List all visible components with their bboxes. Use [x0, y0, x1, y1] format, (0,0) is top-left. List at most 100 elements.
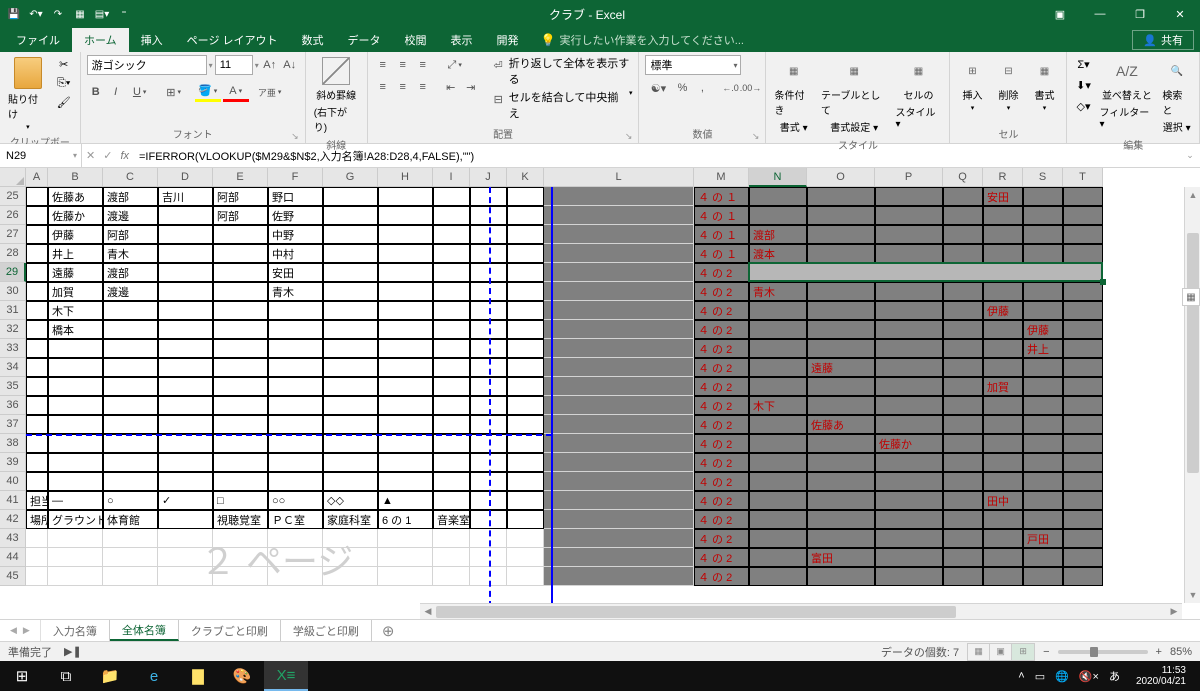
orientation-icon[interactable]: ⤢▾	[442, 55, 468, 75]
cell[interactable]	[470, 282, 507, 301]
cell[interactable]	[983, 225, 1023, 244]
cell[interactable]	[433, 225, 470, 244]
close-button[interactable]: ✕	[1160, 0, 1200, 28]
col-header[interactable]: M	[694, 168, 749, 187]
cell[interactable]	[807, 529, 875, 548]
cell[interactable]	[103, 358, 158, 377]
cell[interactable]	[103, 377, 158, 396]
normal-view-icon[interactable]: ▦	[968, 644, 990, 660]
cell[interactable]	[1063, 434, 1103, 453]
cell[interactable]	[158, 529, 213, 548]
number-launcher-icon[interactable]: ↘	[752, 131, 760, 142]
cell[interactable]	[943, 491, 983, 510]
cell[interactable]	[433, 453, 470, 472]
cell[interactable]	[1063, 396, 1103, 415]
cell[interactable]	[26, 225, 48, 244]
cell[interactable]	[323, 320, 378, 339]
cell[interactable]	[544, 510, 694, 529]
cell[interactable]	[378, 187, 433, 206]
cell[interactable]	[158, 244, 213, 263]
cell[interactable]	[1063, 472, 1103, 491]
number-format-select[interactable]: 標準	[645, 55, 741, 75]
cell[interactable]	[1063, 225, 1103, 244]
cell[interactable]	[213, 377, 268, 396]
cell[interactable]: 中村	[268, 244, 323, 263]
cell[interactable]: ✓	[158, 491, 213, 510]
cell[interactable]	[433, 339, 470, 358]
bold-button[interactable]: B	[87, 82, 105, 102]
col-header[interactable]: J	[470, 168, 507, 187]
cell[interactable]	[1063, 282, 1103, 301]
cell[interactable]	[26, 567, 48, 586]
merge-center-button[interactable]: ⊟セルを結合して中央揃え▾	[490, 89, 633, 121]
cell[interactable]	[983, 244, 1023, 263]
cell[interactable]	[26, 377, 48, 396]
cell[interactable]	[470, 339, 507, 358]
ie-icon[interactable]: e	[132, 661, 176, 691]
cell[interactable]	[507, 187, 544, 206]
cell[interactable]	[323, 529, 378, 548]
cell[interactable]: ４ の 2	[694, 377, 749, 396]
align-center-icon[interactable]: ≡	[394, 77, 412, 97]
row-header[interactable]: 34	[0, 358, 26, 377]
cell[interactable]	[875, 339, 943, 358]
cell[interactable]	[470, 472, 507, 491]
cell[interactable]	[1063, 529, 1103, 548]
cell[interactable]: 阿部	[103, 225, 158, 244]
cell[interactable]	[26, 358, 48, 377]
cell[interactable]	[26, 301, 48, 320]
col-header[interactable]: I	[433, 168, 470, 187]
cell[interactable]	[378, 358, 433, 377]
cell[interactable]: 佐藤か	[48, 206, 103, 225]
cell[interactable]	[875, 529, 943, 548]
row-header[interactable]: 37	[0, 415, 26, 434]
scroll-right-icon[interactable]: ▶	[1166, 604, 1182, 620]
cell[interactable]	[433, 567, 470, 586]
cell[interactable]	[268, 434, 323, 453]
cell[interactable]	[26, 187, 48, 206]
cell[interactable]	[1023, 206, 1063, 225]
cell[interactable]	[544, 358, 694, 377]
cell[interactable]: 佐藤あ	[807, 415, 875, 434]
enter-formula-icon[interactable]: ✓	[103, 149, 112, 162]
cell[interactable]	[943, 529, 983, 548]
cell[interactable]: 佐藤か	[875, 434, 943, 453]
sheet-nav[interactable]: ◀▶	[0, 620, 41, 641]
maximize-button[interactable]: ❐	[1120, 0, 1160, 28]
row-header[interactable]: 45	[0, 567, 26, 586]
cell[interactable]	[158, 339, 213, 358]
cell[interactable]	[213, 282, 268, 301]
cell[interactable]: 吉川	[158, 187, 213, 206]
cell[interactable]	[807, 339, 875, 358]
cell[interactable]	[983, 567, 1023, 586]
cell[interactable]	[213, 320, 268, 339]
cell[interactable]	[943, 434, 983, 453]
cell[interactable]	[1023, 282, 1063, 301]
cell[interactable]: 体育館	[103, 510, 158, 529]
cell[interactable]: 伊藤	[983, 301, 1023, 320]
cell[interactable]	[749, 434, 807, 453]
row-header[interactable]: 40	[0, 472, 26, 491]
cell[interactable]	[507, 472, 544, 491]
cell[interactable]: ４ の 2	[694, 339, 749, 358]
cell[interactable]	[749, 491, 807, 510]
cell[interactable]: グラウンド	[48, 510, 103, 529]
cell[interactable]	[268, 339, 323, 358]
col-header[interactable]: L	[544, 168, 694, 187]
page-layout-view-icon[interactable]: ▣	[990, 644, 1012, 660]
cell[interactable]	[323, 301, 378, 320]
cell[interactable]	[158, 225, 213, 244]
cell[interactable]	[213, 434, 268, 453]
cell[interactable]	[749, 472, 807, 491]
cell[interactable]	[103, 301, 158, 320]
cell[interactable]	[807, 434, 875, 453]
cell[interactable]: ▲	[378, 491, 433, 510]
cell[interactable]	[158, 567, 213, 586]
cell[interactable]	[749, 510, 807, 529]
row-header[interactable]: 36	[0, 396, 26, 415]
cell[interactable]	[323, 377, 378, 396]
cell[interactable]	[268, 396, 323, 415]
font-size-select[interactable]: 11	[215, 55, 253, 75]
cell[interactable]	[378, 434, 433, 453]
cell[interactable]	[213, 548, 268, 567]
